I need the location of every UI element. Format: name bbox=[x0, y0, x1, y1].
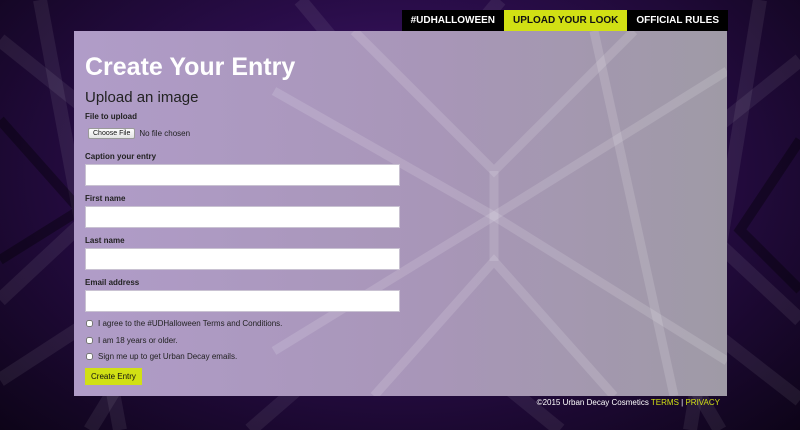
last-name-input[interactable] bbox=[85, 248, 400, 270]
first-name-input[interactable] bbox=[85, 206, 400, 228]
first-name-label: First name bbox=[85, 194, 126, 203]
section-subtitle: Upload an image bbox=[85, 89, 199, 106]
privacy-link[interactable]: PRIVACY bbox=[685, 398, 720, 407]
file-upload-control: Choose File No file chosen bbox=[88, 128, 190, 139]
file-upload-label: File to upload bbox=[85, 112, 137, 121]
email-input[interactable] bbox=[85, 290, 400, 312]
terms-checkbox[interactable] bbox=[86, 320, 93, 327]
footer-separator: | bbox=[681, 398, 684, 407]
copyright-text: ©2015 Urban Decay Cosmetics bbox=[536, 398, 649, 407]
emails-label: Sign me up to get Urban Decay emails. bbox=[98, 352, 238, 361]
file-status-text: No file chosen bbox=[139, 129, 191, 138]
entry-panel: Create Your Entry Upload an image File t… bbox=[74, 31, 727, 396]
page-title: Create Your Entry bbox=[85, 53, 296, 81]
terms-link[interactable]: TERMS bbox=[651, 398, 679, 407]
terms-row: I agree to the #UDHalloween Terms and Co… bbox=[85, 319, 282, 328]
emails-row: Sign me up to get Urban Decay emails. bbox=[85, 352, 237, 361]
footer: ©2015 Urban Decay Cosmetics TERMS | PRIV… bbox=[537, 398, 720, 407]
top-nav: #UDHALLOWEEN UPLOAD YOUR LOOK OFFICIAL R… bbox=[401, 10, 728, 31]
nav-item-official-rules[interactable]: OFFICIAL RULES bbox=[627, 10, 728, 31]
age-row: I am 18 years or older. bbox=[85, 336, 178, 345]
terms-label: I agree to the #UDHalloween Terms and Co… bbox=[98, 319, 283, 328]
emails-checkbox[interactable] bbox=[86, 353, 93, 360]
nav-item-upload-your-look[interactable]: UPLOAD YOUR LOOK bbox=[504, 10, 628, 31]
caption-label: Caption your entry bbox=[85, 152, 157, 161]
choose-file-button[interactable]: Choose File bbox=[88, 128, 136, 139]
create-entry-button[interactable]: Create Entry bbox=[85, 368, 142, 385]
caption-input[interactable] bbox=[85, 164, 400, 186]
age-checkbox[interactable] bbox=[86, 337, 93, 344]
nav-item-udhalloween[interactable]: #UDHALLOWEEN bbox=[401, 10, 505, 31]
last-name-label: Last name bbox=[85, 236, 125, 245]
age-label: I am 18 years or older. bbox=[98, 336, 178, 345]
email-label: Email address bbox=[85, 278, 140, 287]
